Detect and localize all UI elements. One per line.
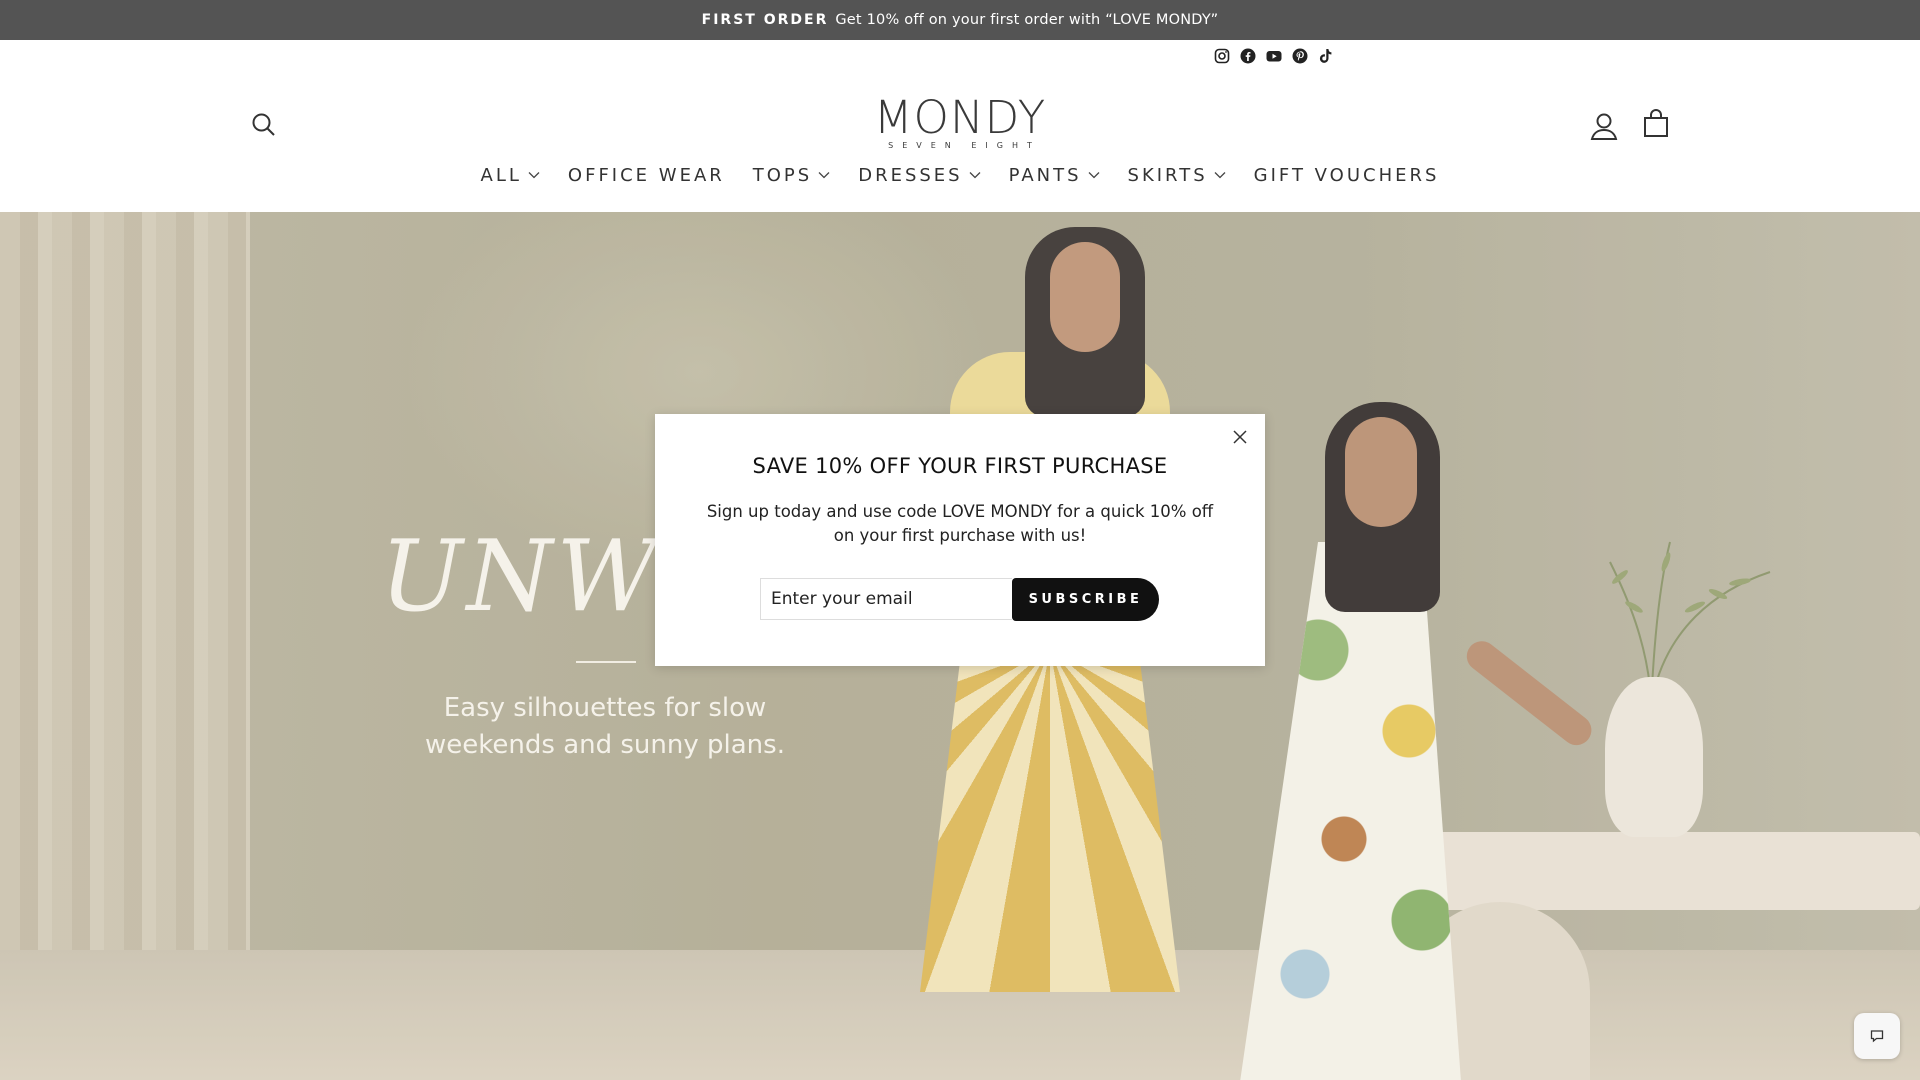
social-links — [1213, 47, 1335, 65]
announcement-text: Get 10% off on your first order with “LO… — [835, 12, 1219, 28]
nav-label: SKIRTS — [1127, 164, 1208, 186]
site-header: MONDY SEVEN EIGHT ALL OFFICE WEAR TOPS D… — [0, 40, 1920, 212]
announcement-bar: FIRST ORDER Get 10% off on your first or… — [0, 0, 1920, 40]
close-icon — [1233, 430, 1247, 444]
logo-text: MONDY — [873, 91, 1047, 144]
nav-label: GIFT VOUCHERS — [1253, 164, 1440, 186]
nav-item-skirts[interactable]: SKIRTS — [1114, 160, 1240, 190]
nav-label: TOPS — [752, 164, 813, 186]
nav-label: ALL — [480, 164, 522, 186]
hero-divider — [576, 661, 636, 663]
chat-icon — [1870, 1030, 1884, 1043]
nav-item-tops[interactable]: TOPS — [739, 160, 844, 190]
nav-item-dresses[interactable]: DRESSES — [844, 160, 994, 190]
account-button[interactable] — [1588, 110, 1620, 142]
announcement-strong: FIRST ORDER — [701, 12, 829, 28]
search-icon — [252, 113, 275, 136]
email-input[interactable] — [760, 578, 1012, 620]
close-button[interactable] — [1229, 426, 1251, 448]
chevron-down-icon — [969, 172, 981, 179]
shopping-bag-icon — [1644, 109, 1668, 137]
site-logo[interactable]: MONDY SEVEN EIGHT — [860, 91, 1060, 151]
tiktok-icon[interactable] — [1317, 47, 1335, 65]
modal-title: SAVE 10% OFF YOUR FIRST PURCHASE — [752, 454, 1168, 478]
nav-item-all[interactable]: ALL — [467, 160, 554, 190]
newsletter-modal: SAVE 10% OFF YOUR FIRST PURCHASE Sign up… — [655, 414, 1265, 666]
main-nav: ALL OFFICE WEAR TOPS DRESSES PANTS SKIRT… — [0, 160, 1920, 190]
nav-label: OFFICE WEAR — [567, 164, 725, 186]
chevron-down-icon — [528, 172, 540, 179]
chevron-down-icon — [818, 172, 830, 179]
modal-text: Sign up today and use code LOVE MONDY fo… — [706, 502, 1214, 545]
instagram-icon[interactable] — [1213, 47, 1231, 65]
facebook-icon[interactable] — [1239, 47, 1257, 65]
chat-button[interactable] — [1854, 1013, 1900, 1059]
cart-button[interactable] — [1640, 108, 1672, 140]
hero-subtitle: Easy silhouettes for slow weekends and s… — [425, 693, 785, 760]
youtube-icon[interactable] — [1265, 47, 1283, 65]
nav-label: DRESSES — [858, 164, 963, 186]
nav-item-gift-vouchers[interactable]: GIFT VOUCHERS — [1240, 160, 1454, 190]
chevron-down-icon — [1214, 172, 1226, 179]
pinterest-icon[interactable] — [1291, 47, 1309, 65]
chevron-down-icon — [1088, 172, 1099, 179]
user-icon — [1590, 113, 1618, 140]
nav-item-office-wear[interactable]: OFFICE WEAR — [554, 160, 739, 190]
search-button[interactable] — [249, 110, 279, 140]
logo-subtext: SEVEN EIGHT — [888, 141, 1041, 150]
nav-item-pants[interactable]: PANTS — [995, 160, 1114, 190]
nav-label: PANTS — [1008, 164, 1082, 186]
subscribe-button[interactable]: SUBSCRIBE — [1012, 578, 1159, 621]
